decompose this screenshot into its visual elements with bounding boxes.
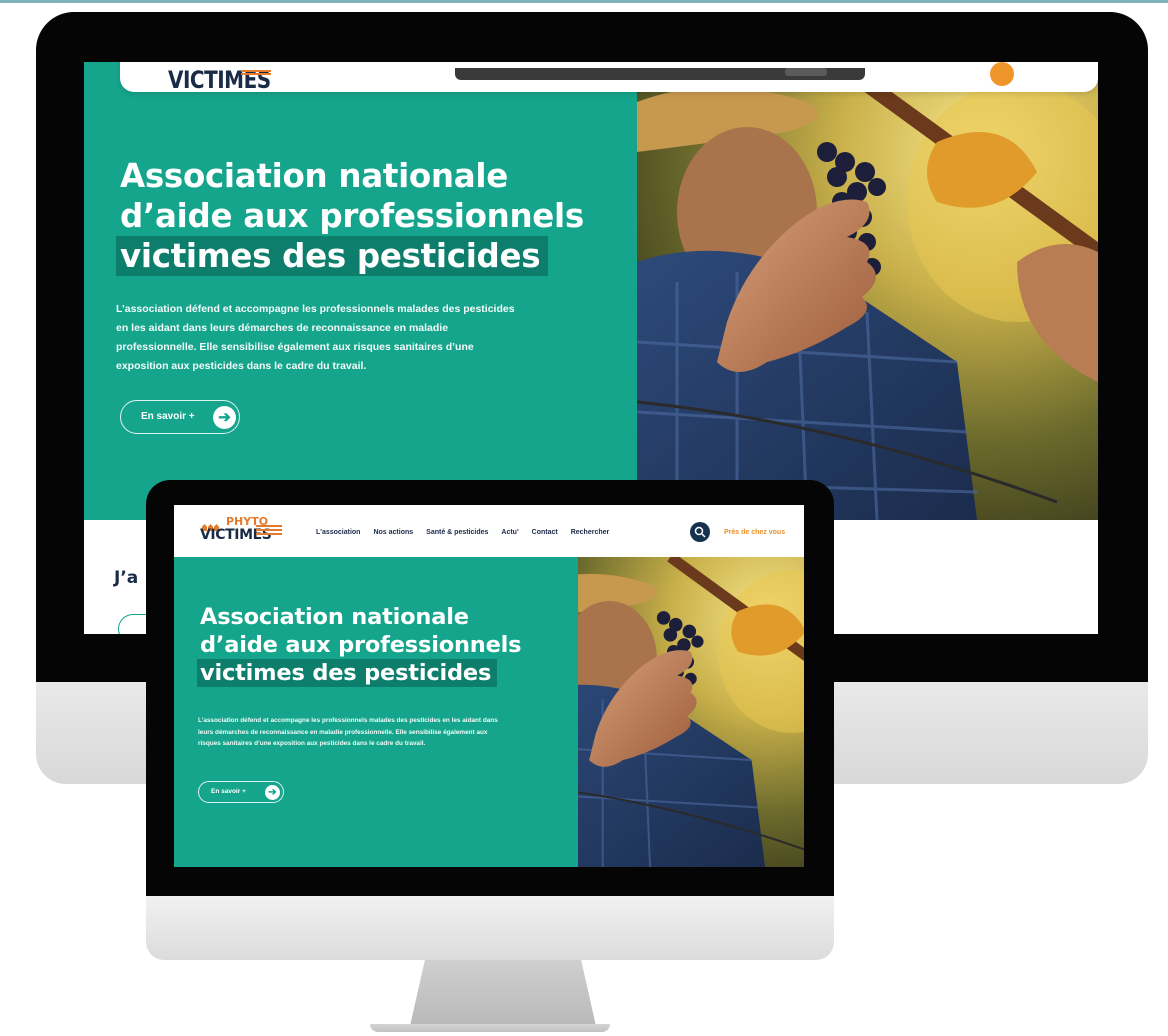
large-site-header: VICTIMES — [120, 62, 1098, 94]
small-hero-photo — [578, 557, 804, 867]
small-hero-title-line-1: Association nationale — [200, 604, 469, 630]
logo-tagline-lines — [241, 70, 271, 78]
hero-photo — [637, 62, 1098, 520]
hero-description: L’association défend et accompagne les p… — [116, 303, 515, 372]
menu-item-nos-actions[interactable]: Nos actions — [373, 526, 413, 540]
near-you-link[interactable]: Près de chez vous — [724, 526, 785, 540]
small-hero-title: Association nationale d’aide aux profess… — [197, 603, 580, 687]
small-site-header: PHYTO VICTIMES L'association Nos actions… — [198, 515, 804, 553]
monitor-stand-neck — [410, 960, 596, 1026]
hero-panel — [84, 62, 637, 520]
logo-tagline-lines — [256, 525, 282, 537]
learn-more-label: En savoir + — [141, 411, 195, 422]
menu-item-sante-pesticides[interactable]: Santé & pesticides — [426, 526, 488, 540]
search-icon[interactable] — [690, 522, 710, 542]
monitor-stand-foot — [370, 1024, 610, 1032]
small-hero-title-line-3-highlight: victimes des pesticides — [197, 659, 498, 687]
top-bar-edge — [455, 68, 865, 80]
hero-title-line-2: d’aide aux professionnels — [120, 197, 584, 235]
menu-item-actu[interactable]: Actu' — [501, 526, 518, 540]
small-hero-description: L’association défend et accompagne les p… — [198, 717, 498, 747]
small-learn-more-label: En savoir + — [211, 788, 246, 795]
small-monitor-screen: PHYTO VICTIMES L'association Nos actions… — [174, 505, 804, 867]
menu-item-association[interactable]: L'association — [316, 526, 360, 540]
hero-title: Association nationale d’aide aux profess… — [116, 156, 640, 276]
small-hero-title-line-2: d’aide aux professionnels — [200, 632, 522, 658]
top-border-line — [0, 0, 1168, 3]
small-farmer-grapes-photo — [578, 557, 804, 867]
small-learn-more-button[interactable]: En savoir + ➔ — [198, 781, 284, 803]
section-heading-partial: J’a — [114, 568, 139, 588]
farmer-grapes-photo — [637, 62, 1098, 520]
menu-item-rechercher[interactable]: Rechercher — [571, 526, 610, 540]
arrow-right-icon: ➔ — [213, 406, 236, 429]
main-menu: L'association Nos actions Santé & pestic… — [316, 526, 622, 540]
arrow-right-icon: ➔ — [265, 785, 280, 800]
hero-title-line-1: Association nationale — [120, 157, 508, 195]
logo-roof-icon — [202, 518, 222, 531]
menu-item-contact[interactable]: Contact — [532, 526, 558, 540]
learn-more-button[interactable]: En savoir + ➔ — [120, 400, 240, 434]
hero-title-line-3-highlight: victimes des pesticides — [116, 236, 549, 276]
small-monitor-chin — [146, 896, 834, 960]
orange-accent-icon[interactable] — [990, 62, 1014, 86]
